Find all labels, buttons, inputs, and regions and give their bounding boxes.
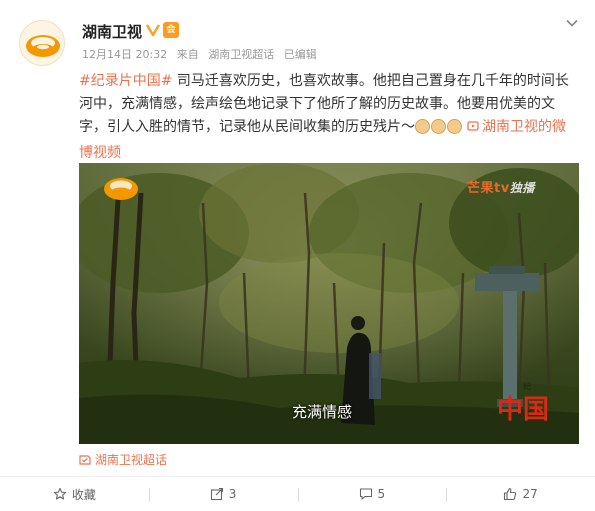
comment-icon — [359, 488, 372, 500]
repost-icon — [210, 487, 223, 501]
comment-button[interactable]: 5 — [297, 477, 447, 511]
clap-emoji-icon — [447, 119, 462, 134]
program-seal: 中国 — [497, 395, 550, 425]
post-meta: 12月14日 20:32 来自 湖南卫视超话 已编辑 — [82, 46, 323, 62]
repost-button[interactable]: 3 — [148, 477, 298, 511]
hunan-tv-logo-icon — [26, 35, 60, 57]
verified-icon — [145, 24, 161, 37]
supertopic-label: 湖南卫视超话 — [95, 453, 168, 467]
source-prefix: 来自 — [176, 48, 199, 61]
clap-emoji-icon — [431, 119, 446, 134]
like-button[interactable]: 27 — [446, 477, 595, 511]
post-source[interactable]: 湖南卫视超话 — [208, 48, 274, 61]
chevron-down-icon[interactable] — [565, 16, 579, 30]
favorite-label: 收藏 — [71, 487, 96, 502]
hunan-tv-logo-icon — [104, 178, 138, 200]
hashtag-link[interactable]: #纪录片中国# — [79, 73, 172, 89]
avatar[interactable] — [19, 20, 65, 66]
watermark-brand: 芒果tv — [467, 181, 510, 196]
star-icon — [53, 487, 67, 500]
user-name[interactable]: 湖南卫视 — [82, 21, 142, 42]
supertopic-link[interactable]: 湖南卫视超话 — [79, 451, 167, 468]
post-text: #纪录片中国# 司马迁喜欢历史，也喜欢故事。他把自己置身在几千年的时间长河中，充… — [79, 70, 579, 165]
vip-badge[interactable]: 会 — [163, 22, 179, 38]
video-link-icon — [467, 121, 479, 131]
like-count: 27 — [522, 487, 538, 501]
clap-emoji-icon — [415, 119, 430, 134]
post-time[interactable]: 12月14日 20:32 — [82, 48, 167, 61]
video-player[interactable]: 芒果tv独播 纪 充满情感 中国 — [79, 163, 579, 444]
like-icon — [504, 487, 517, 501]
emoji-group — [415, 119, 463, 142]
repost-count: 3 — [228, 487, 237, 501]
favorite-button[interactable]: 收藏 — [0, 477, 149, 511]
video-subtitle: 充满情感 — [292, 403, 353, 421]
edited-label[interactable]: 已编辑 — [284, 48, 317, 61]
watermark-suffix: 独播 — [509, 181, 535, 195]
supertopic-icon — [79, 455, 91, 465]
post-header: 湖南卫视 会 12月14日 20:32 来自 湖南卫视超话 已编辑 — [0, 0, 595, 66]
action-bar: 收藏 3 5 27 — [0, 476, 595, 511]
mango-tv-watermark: 芒果tv独播 — [467, 177, 535, 196]
comment-count: 5 — [377, 487, 386, 501]
